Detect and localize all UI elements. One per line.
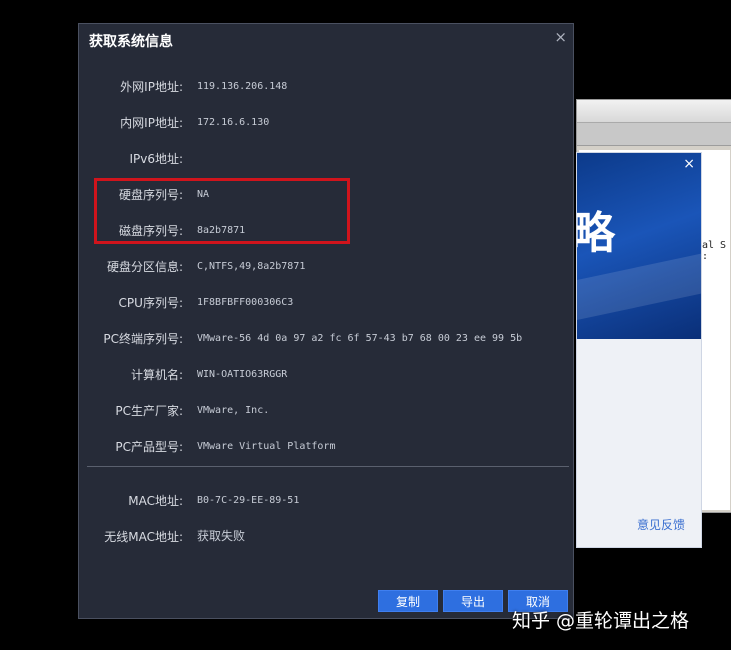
field-row-cpu-serial: CPU序列号: 1F8BFBFF000306C3 <box>79 294 569 314</box>
close-icon[interactable]: × <box>554 28 567 46</box>
field-row-wireless-mac: 无线MAC地址: 获取失败 <box>79 528 569 548</box>
field-row-ipv6: IPv6地址: <box>79 150 569 170</box>
banner-text: 略 <box>577 208 615 259</box>
background-toolbar <box>577 123 731 146</box>
field-row-computer-name: 计算机名: WIN-OATIO63RGGR <box>79 366 569 386</box>
field-value: C,NTFS,49,8a2b7871 <box>197 261 306 272</box>
field-row-manufacturer: PC生产厂家: VMware, Inc. <box>79 402 569 422</box>
popup-banner: 略 <box>577 153 701 339</box>
field-value: 1F8BFBFF000306C3 <box>197 297 294 308</box>
field-row-external-ip: 外网IP地址: 119.136.206.148 <box>79 78 569 98</box>
popup-close-icon[interactable]: × <box>683 157 695 171</box>
field-label: 硬盘分区信息: <box>106 260 183 274</box>
highlight-box <box>94 178 350 244</box>
field-value: VMware-56 4d 0a 97 a2 fc 6f 57-43 b7 68 … <box>197 333 523 344</box>
field-row-internal-ip: 内网IP地址: 172.16.6.130 <box>79 114 569 134</box>
field-value: 119.136.206.148 <box>197 81 288 92</box>
field-value: 172.16.6.130 <box>197 117 270 128</box>
system-info-dialog: 获取系统信息 × 外网IP地址: 119.136.206.148 内网IP地址:… <box>78 23 574 619</box>
field-label: PC生产厂家: <box>115 404 183 418</box>
field-value: 获取失败 <box>197 529 246 543</box>
field-label: MAC地址: <box>128 494 183 508</box>
field-label: 计算机名: <box>130 368 183 382</box>
field-value: B0-7C-29-EE-89-51 <box>197 495 300 506</box>
field-label: PC产品型号: <box>115 440 183 454</box>
field-label: IPv6地址: <box>129 152 183 166</box>
field-label: PC终端序列号: <box>103 332 183 346</box>
export-button[interactable]: 导出 <box>443 590 503 612</box>
field-label: CPU序列号: <box>118 296 183 310</box>
field-row-mac: MAC地址: B0-7C-29-EE-89-51 <box>79 492 569 512</box>
field-value: VMware Virtual Platform <box>197 441 336 452</box>
field-value: VMware, Inc. <box>197 405 270 416</box>
field-row-partition-info: 硬盘分区信息: C,NTFS,49,8a2b7871 <box>79 258 569 278</box>
field-row-product-model: PC产品型号: VMware Virtual Platform <box>79 438 569 458</box>
section-divider <box>87 466 569 467</box>
copy-button[interactable]: 复制 <box>378 590 438 612</box>
field-label: 内网IP地址: <box>120 116 183 130</box>
field-value: WIN-OATIO63RGGR <box>197 369 288 380</box>
background-text-snippet: al S : <box>702 240 727 262</box>
background-popup: 略 × 意见反馈 <box>576 152 702 548</box>
background-title-bar <box>577 100 731 123</box>
dialog-title: 获取系统信息 <box>89 34 173 50</box>
feedback-link[interactable]: 意见反馈 <box>637 516 685 533</box>
field-label: 无线MAC地址: <box>104 530 183 544</box>
field-label: 外网IP地址: <box>120 80 183 94</box>
watermark-text: 知乎 @重轮谭出之格 <box>512 610 690 632</box>
field-row-pc-serial: PC终端序列号: VMware-56 4d 0a 97 a2 fc 6f 57-… <box>79 330 569 350</box>
